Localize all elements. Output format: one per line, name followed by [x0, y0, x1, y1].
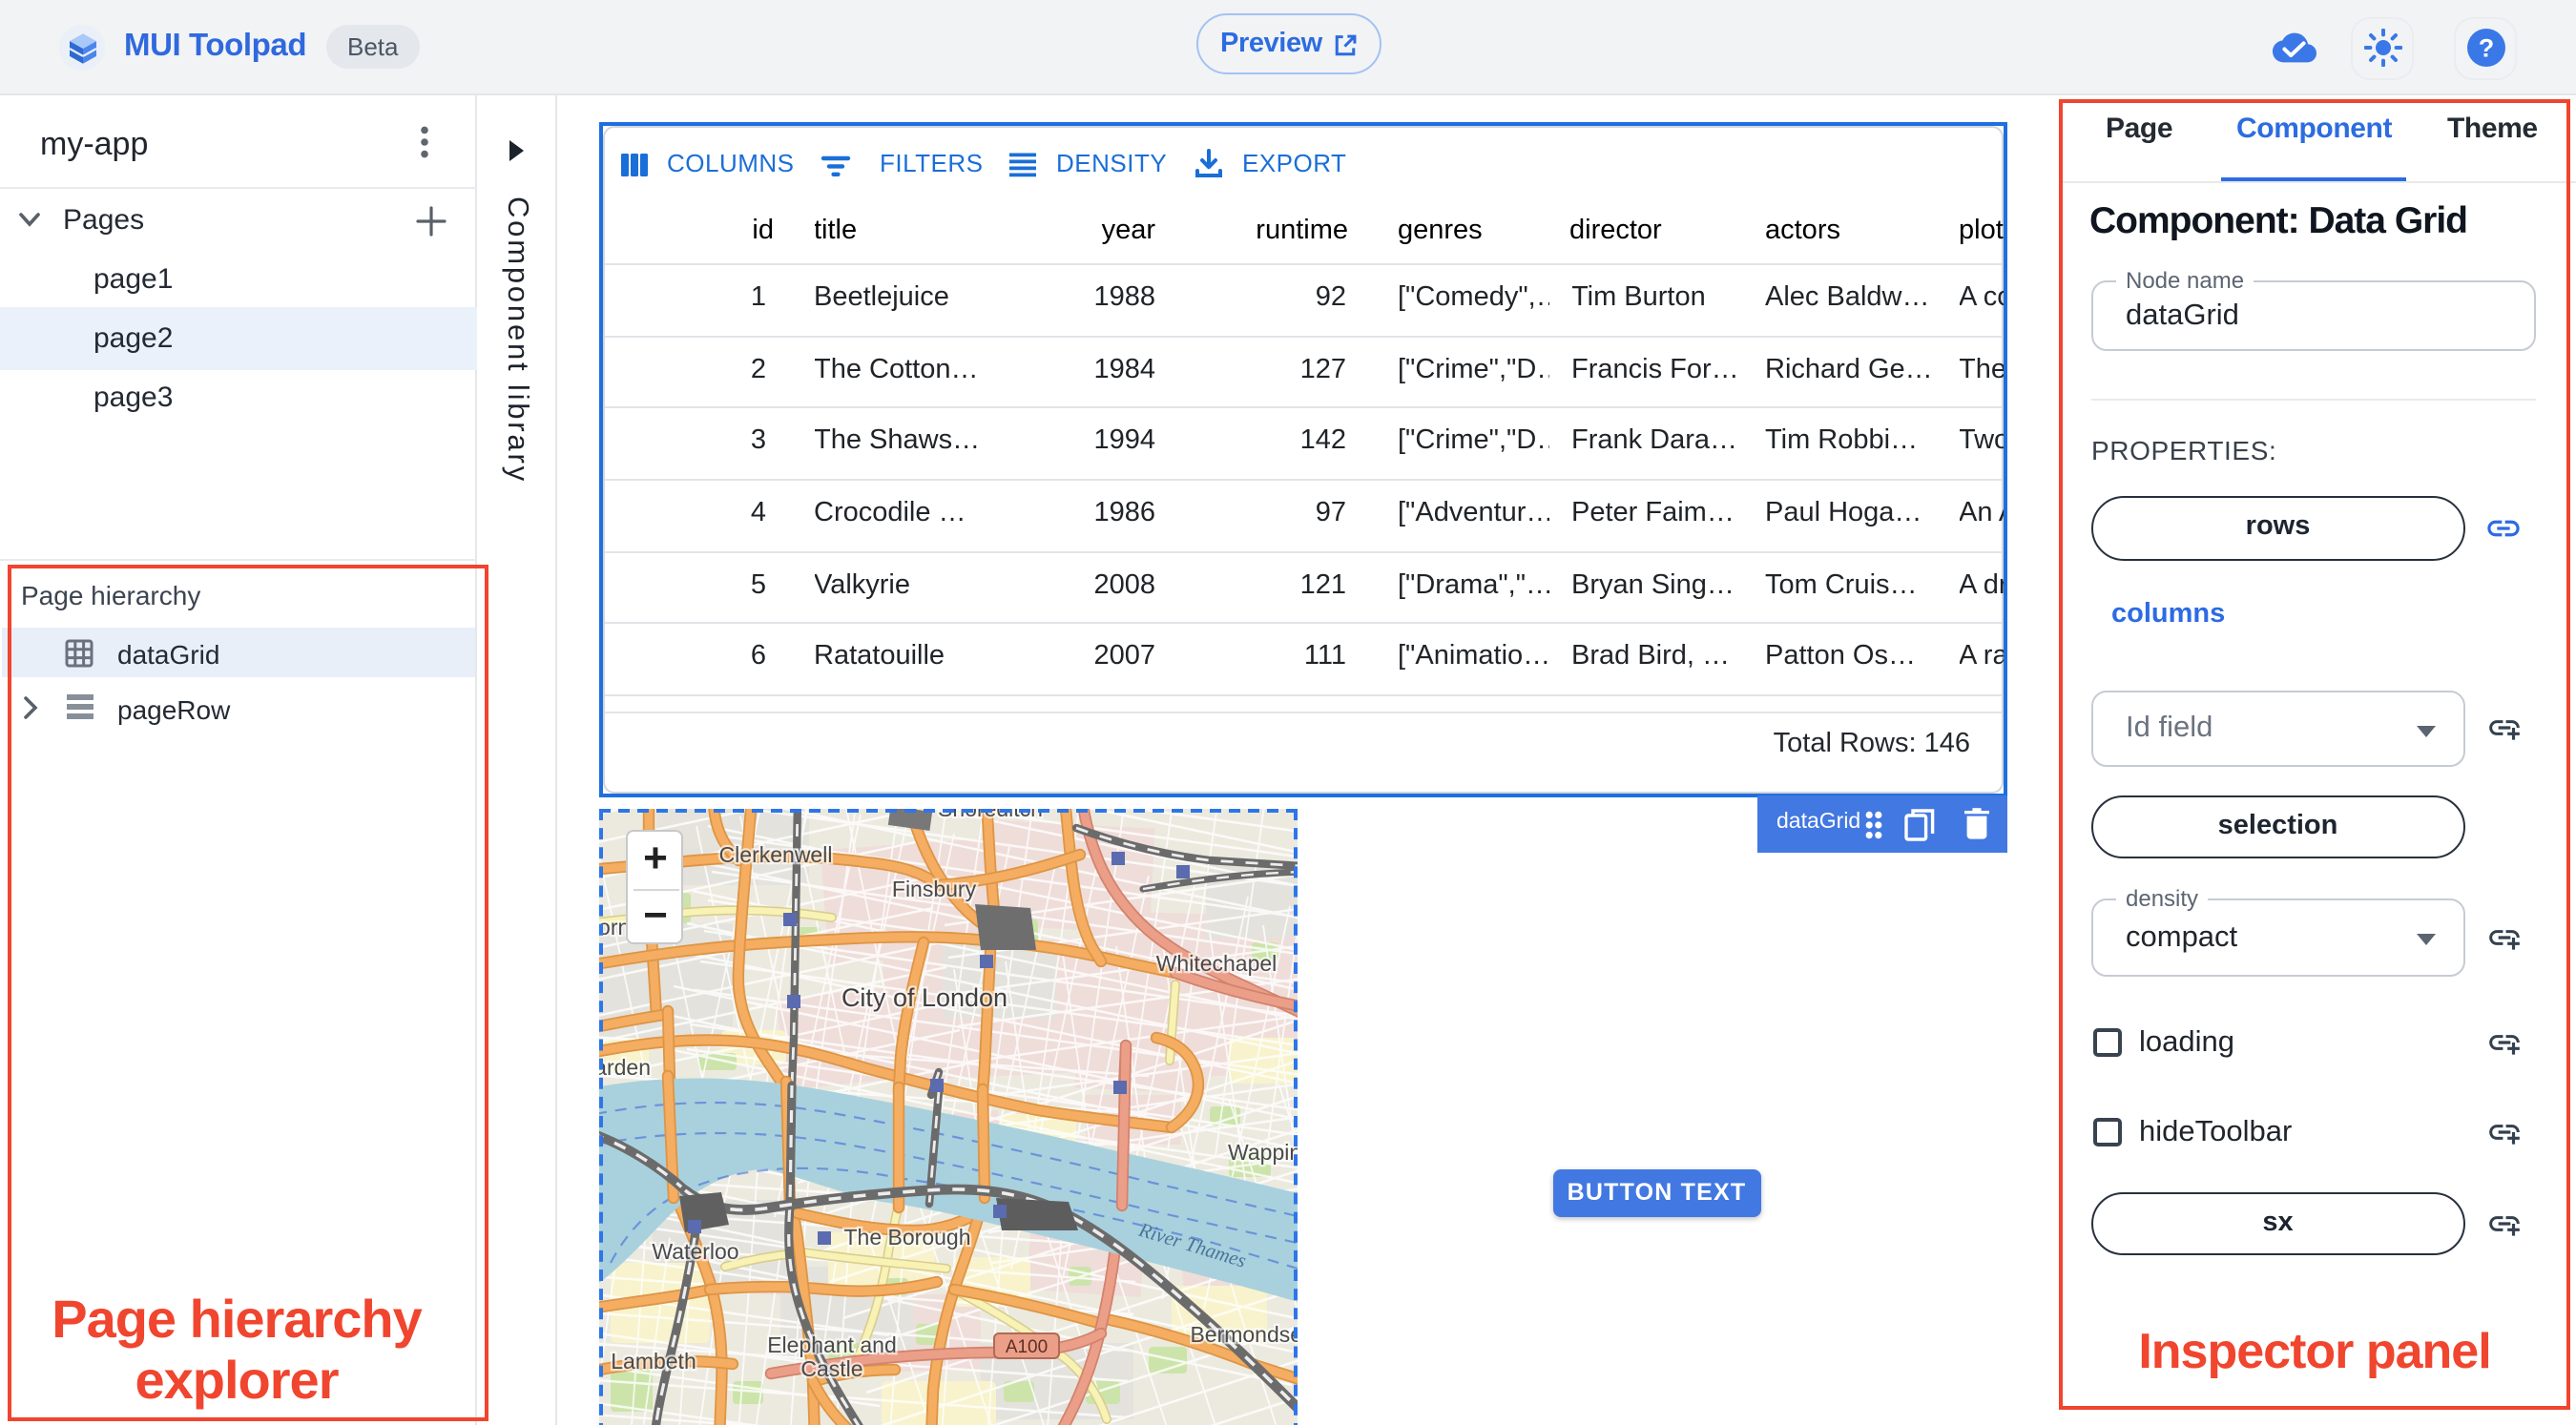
svg-text:?: ? — [2478, 34, 2494, 63]
